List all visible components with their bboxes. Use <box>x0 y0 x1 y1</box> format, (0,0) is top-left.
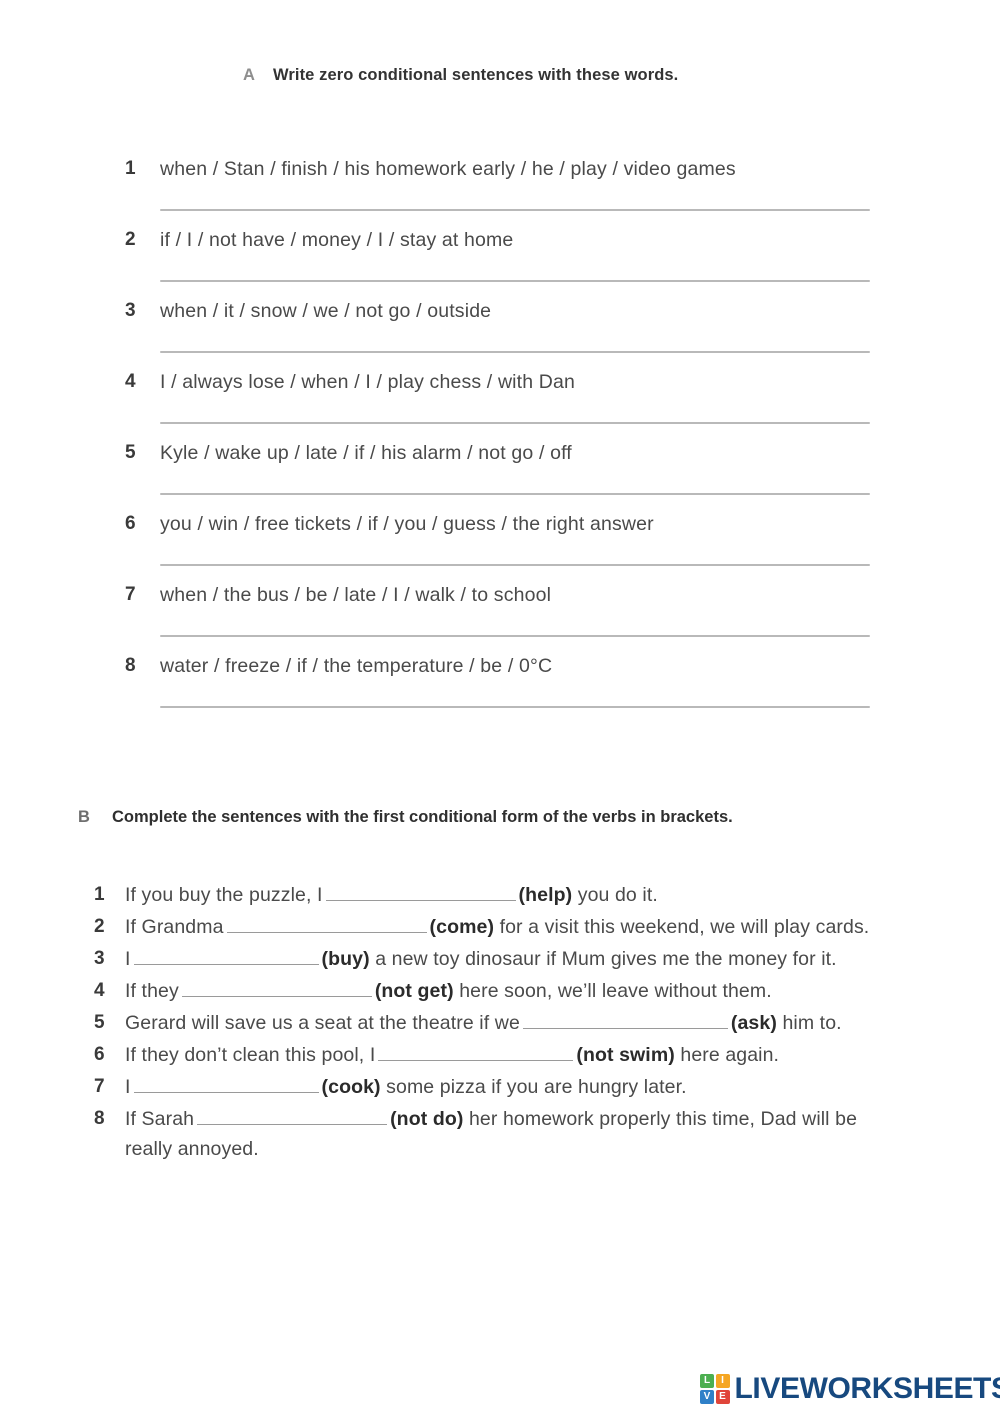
list-item: 2 if / I / not have / money / I / stay a… <box>0 229 1000 300</box>
logo-tiles-icon: L I V E <box>700 1374 730 1404</box>
answer-line[interactable] <box>160 280 870 282</box>
liveworksheets-logo[interactable]: L I V E LIVEWORKSHEETS <box>700 1369 1000 1409</box>
verb-cue: (ask) <box>730 1012 777 1034</box>
list-item: 4 If they (not get) here soon, we’ll leave… <box>0 976 1000 1006</box>
item-prompt: I / always lose / when / I / play chess … <box>160 371 576 393</box>
item-number: 4 <box>94 980 105 1001</box>
answer-line[interactable] <box>160 635 870 637</box>
logo-tile-l: L <box>700 1374 714 1389</box>
answer-blank[interactable] <box>181 977 372 997</box>
answer-blank[interactable] <box>226 913 427 933</box>
sentence-after: him to. <box>776 1012 842 1034</box>
verb-cue: (come) <box>429 916 495 938</box>
answer-blank[interactable] <box>522 1009 728 1029</box>
item-number: 6 <box>125 513 136 534</box>
answer-blank[interactable] <box>133 945 319 965</box>
sentence-before: If they don’t clean this pool, I <box>125 1044 376 1066</box>
section-b-heading: B Complete the sentences with the first c… <box>78 808 733 827</box>
section-a-list: 1 when / Stan / finish / his homework ea… <box>0 158 1000 726</box>
sentence-before: Gerard will save us a seat at the theatr… <box>125 1012 520 1034</box>
sentence-before: If Sarah <box>125 1108 195 1130</box>
list-item: 4 I / always lose / when / I / play ches… <box>0 371 1000 442</box>
sentence-after: for a visit this weekend, we will play c… <box>494 916 870 938</box>
item-number: 2 <box>125 229 136 250</box>
item-prompt: Kyle / wake up / late / if / his alarm /… <box>160 442 572 464</box>
verb-cue: (buy) <box>321 948 370 970</box>
answer-blank[interactable] <box>197 1105 388 1125</box>
item-number: 5 <box>94 1012 105 1033</box>
list-item: 6 you / win / free tickets / if / you / … <box>0 513 1000 584</box>
verb-cue: (not get) <box>374 980 454 1002</box>
worksheet-page: A Write zero conditional sentences with t… <box>0 0 1000 1413</box>
list-item: 7 when / the bus / be / late / I / walk … <box>0 584 1000 655</box>
item-number: 5 <box>125 442 136 463</box>
list-item: 5 Gerard will save us a seat at the theat… <box>0 1008 1000 1038</box>
item-prompt: when / Stan / finish / his homework earl… <box>160 158 736 180</box>
answer-line[interactable] <box>160 422 870 424</box>
sentence-before: If they <box>125 980 179 1002</box>
sentence-after: some pizza if you are hungry later. <box>380 1076 687 1098</box>
answer-line[interactable] <box>160 564 870 566</box>
list-item: 1 when / Stan / finish / his homework ea… <box>0 158 1000 229</box>
item-number: 1 <box>94 884 105 905</box>
item-number: 1 <box>125 158 136 179</box>
item-number: 7 <box>125 584 136 605</box>
logo-tile-v: V <box>700 1389 714 1404</box>
list-item: 3 when / it / snow / we / not go / outsi… <box>0 300 1000 371</box>
section-b-instruction: Complete the sentences with the first co… <box>112 808 733 826</box>
list-item: 8 If Sarah (not do) her homework properly … <box>0 1104 1000 1164</box>
section-b-letter: B <box>78 808 90 826</box>
list-item: 6 If they don’t clean this pool, I (not sw… <box>0 1040 1000 1070</box>
answer-blank[interactable] <box>133 1073 319 1093</box>
sentence-before: I <box>125 948 131 970</box>
answer-line[interactable] <box>160 493 870 495</box>
item-number: 3 <box>125 300 136 321</box>
item-prompt: if / I / not have / money / I / stay at … <box>160 229 514 251</box>
item-number: 7 <box>94 1076 105 1097</box>
item-number: 6 <box>94 1044 105 1065</box>
section-a-instruction: Write zero conditional sentences with th… <box>273 66 679 84</box>
item-number: 3 <box>94 948 105 969</box>
verb-cue: (not swim) <box>576 1044 675 1066</box>
verb-cue: (cook) <box>321 1076 381 1098</box>
item-prompt: you / win / free tickets / if / you / gu… <box>160 513 654 535</box>
list-item: 1 If you buy the puzzle, I (help) you do i… <box>0 880 1000 910</box>
item-number: 4 <box>125 371 136 392</box>
sentence-after: you do it. <box>572 884 658 906</box>
logo-tile-i: I <box>715 1374 730 1389</box>
list-item: 8 water / freeze / if / the temperature … <box>0 655 1000 726</box>
verb-cue: (not do) <box>390 1108 464 1130</box>
sentence-after: here again. <box>674 1044 780 1066</box>
sentence-before: I <box>125 1076 131 1098</box>
list-item: 2 If Grandma (come) for a visit this weeke… <box>0 912 1000 942</box>
item-number: 8 <box>94 1108 105 1129</box>
sentence-before: If Grandma <box>125 916 224 938</box>
item-number: 2 <box>94 916 105 937</box>
section-a-letter: A <box>243 66 256 84</box>
item-prompt: when / it / snow / we / not go / outside <box>160 300 492 322</box>
logo-wordmark: LIVEWORKSHEETS <box>734 1372 1000 1405</box>
sentence-after: here soon, we’ll leave without them. <box>453 980 772 1002</box>
item-prompt: when / the bus / be / late / I / walk / … <box>160 584 552 606</box>
list-item: 7 I (cook) some pizza if you are hungry la… <box>0 1072 1000 1102</box>
answer-blank[interactable] <box>325 881 516 901</box>
list-item: 3 I (buy) a new toy dinosaur if Mum gives … <box>0 944 1000 974</box>
verb-cue: (help) <box>518 884 573 906</box>
list-item: 5 Kyle / wake up / late / if / his alarm… <box>0 442 1000 513</box>
sentence-after: a new toy dinosaur if Mum gives me the m… <box>369 948 837 970</box>
answer-line[interactable] <box>160 209 870 211</box>
answer-blank[interactable] <box>378 1041 574 1061</box>
logo-tile-e: E <box>715 1389 730 1404</box>
section-b-list: 1 If you buy the puzzle, I (help) you do i… <box>0 880 1000 1166</box>
answer-line[interactable] <box>160 706 870 708</box>
section-a-heading: A Write zero conditional sentences with t… <box>243 66 678 85</box>
sentence-before: If you buy the puzzle, I <box>125 884 323 906</box>
item-prompt: water / freeze / if / the temperature / … <box>160 655 553 677</box>
answer-line[interactable] <box>160 351 870 353</box>
item-number: 8 <box>125 655 136 676</box>
